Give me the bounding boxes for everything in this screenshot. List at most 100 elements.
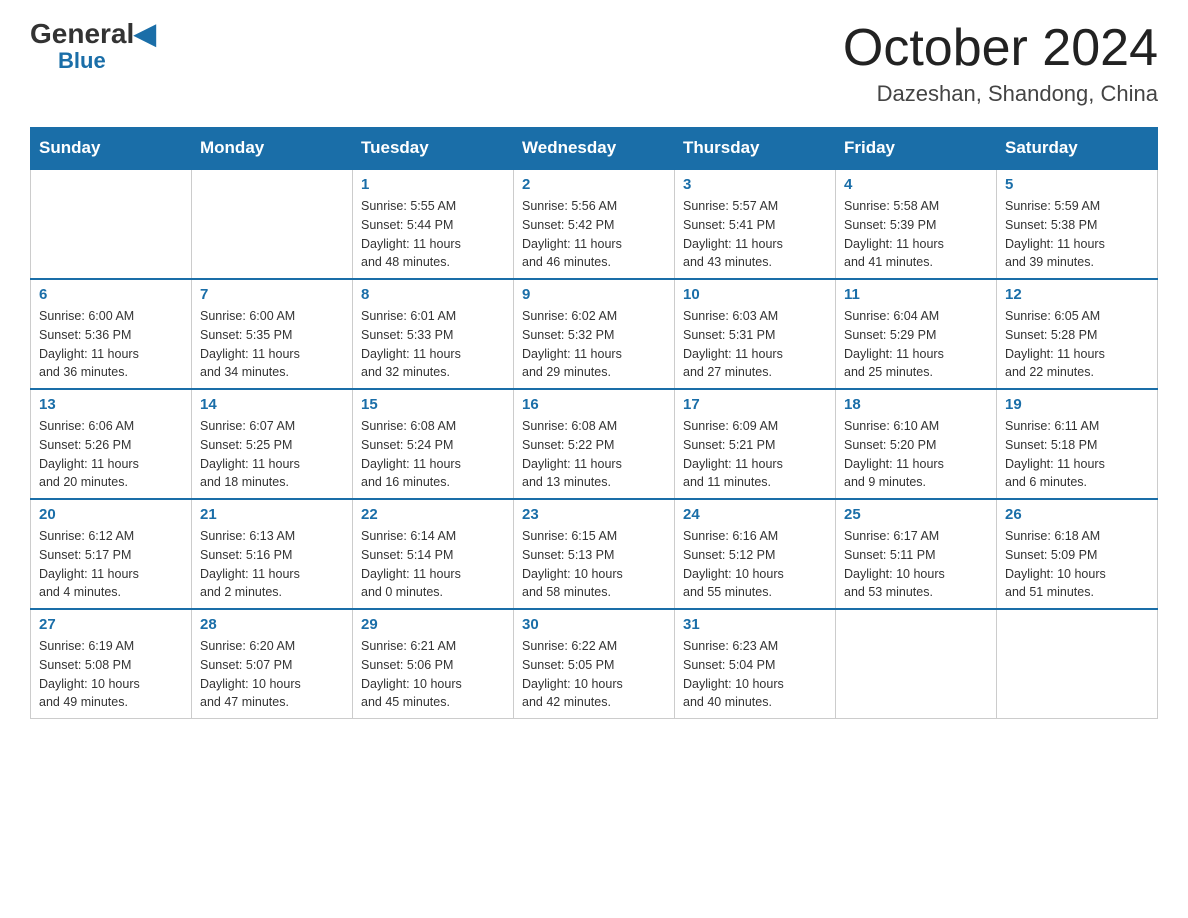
day-info: Sunrise: 6:17 AMSunset: 5:11 PMDaylight:… <box>844 527 988 602</box>
day-number: 2 <box>522 176 666 193</box>
logo: General◀ Blue <box>30 20 156 74</box>
day-info: Sunrise: 6:00 AMSunset: 5:36 PMDaylight:… <box>39 307 183 382</box>
calendar-table: SundayMondayTuesdayWednesdayThursdayFrid… <box>30 127 1158 719</box>
day-number: 3 <box>683 176 827 193</box>
logo-general-text: General◀ <box>30 20 156 48</box>
week-row-3: 13Sunrise: 6:06 AMSunset: 5:26 PMDayligh… <box>31 389 1158 499</box>
day-number: 30 <box>522 616 666 633</box>
day-cell: 27 Sunrise: 6:19 AMSunset: 5:08 PMDayligh… <box>31 609 192 719</box>
day-number: 6 <box>39 286 183 303</box>
day-number: 25 <box>844 506 988 523</box>
day-info: Sunrise: 6:09 AMSunset: 5:21 PMDaylight:… <box>683 417 827 492</box>
day-number: 4 <box>844 176 988 193</box>
day-cell: 18 Sunrise: 6:10 AMSunset: 5:20 PMDayligh… <box>836 389 997 499</box>
month-title: October 2024 <box>843 20 1158 77</box>
day-number: 22 <box>361 506 505 523</box>
logo-blue-text: Blue <box>58 48 106 74</box>
column-header-wednesday: Wednesday <box>514 128 675 170</box>
day-info: Sunrise: 6:03 AMSunset: 5:31 PMDaylight:… <box>683 307 827 382</box>
day-info: Sunrise: 5:56 AMSunset: 5:42 PMDaylight:… <box>522 197 666 272</box>
day-info: Sunrise: 5:55 AMSunset: 5:44 PMDaylight:… <box>361 197 505 272</box>
day-info: Sunrise: 5:59 AMSunset: 5:38 PMDaylight:… <box>1005 197 1149 272</box>
week-row-4: 20 Sunrise: 6:12 AMSunset: 5:17 PMDayligh… <box>31 499 1158 609</box>
page-header: General◀ Blue October 2024 Dazeshan, Sha… <box>30 20 1158 107</box>
day-number: 19 <box>1005 396 1149 413</box>
day-number: 21 <box>200 506 344 523</box>
day-cell: 24 Sunrise: 6:16 AMSunset: 5:12 PMDayligh… <box>675 499 836 609</box>
day-cell: 7Sunrise: 6:00 AMSunset: 5:35 PMDaylight… <box>192 279 353 389</box>
column-header-saturday: Saturday <box>997 128 1158 170</box>
day-number: 31 <box>683 616 827 633</box>
day-info: Sunrise: 6:18 AMSunset: 5:09 PMDaylight:… <box>1005 527 1149 602</box>
day-info: Sunrise: 6:16 AMSunset: 5:12 PMDaylight:… <box>683 527 827 602</box>
day-number: 18 <box>844 396 988 413</box>
day-cell: 11Sunrise: 6:04 AMSunset: 5:29 PMDayligh… <box>836 279 997 389</box>
day-number: 27 <box>39 616 183 633</box>
day-number: 10 <box>683 286 827 303</box>
day-info: Sunrise: 6:23 AMSunset: 5:04 PMDaylight:… <box>683 637 827 712</box>
day-cell: 30Sunrise: 6:22 AMSunset: 5:05 PMDayligh… <box>514 609 675 719</box>
day-number: 8 <box>361 286 505 303</box>
column-header-friday: Friday <box>836 128 997 170</box>
day-cell: 13Sunrise: 6:06 AMSunset: 5:26 PMDayligh… <box>31 389 192 499</box>
day-cell: 23Sunrise: 6:15 AMSunset: 5:13 PMDayligh… <box>514 499 675 609</box>
day-info: Sunrise: 6:02 AMSunset: 5:32 PMDaylight:… <box>522 307 666 382</box>
day-cell: 10 Sunrise: 6:03 AMSunset: 5:31 PMDayligh… <box>675 279 836 389</box>
day-info: Sunrise: 6:07 AMSunset: 5:25 PMDaylight:… <box>200 417 344 492</box>
day-number: 1 <box>361 176 505 193</box>
day-cell: 12 Sunrise: 6:05 AMSunset: 5:28 PMDayligh… <box>997 279 1158 389</box>
column-header-monday: Monday <box>192 128 353 170</box>
day-number: 11 <box>844 286 988 303</box>
day-info: Sunrise: 5:58 AMSunset: 5:39 PMDaylight:… <box>844 197 988 272</box>
day-number: 17 <box>683 396 827 413</box>
day-number: 5 <box>1005 176 1149 193</box>
day-cell: 4 Sunrise: 5:58 AMSunset: 5:39 PMDaylight… <box>836 169 997 279</box>
day-cell <box>836 609 997 719</box>
day-cell: 26 Sunrise: 6:18 AMSunset: 5:09 PMDayligh… <box>997 499 1158 609</box>
day-cell: 14 Sunrise: 6:07 AMSunset: 5:25 PMDayligh… <box>192 389 353 499</box>
day-cell: 31 Sunrise: 6:23 AMSunset: 5:04 PMDayligh… <box>675 609 836 719</box>
day-cell: 5 Sunrise: 5:59 AMSunset: 5:38 PMDaylight… <box>997 169 1158 279</box>
day-info: Sunrise: 6:12 AMSunset: 5:17 PMDaylight:… <box>39 527 183 602</box>
day-info: Sunrise: 6:10 AMSunset: 5:20 PMDaylight:… <box>844 417 988 492</box>
column-header-thursday: Thursday <box>675 128 836 170</box>
day-number: 14 <box>200 396 344 413</box>
day-cell: 9 Sunrise: 6:02 AMSunset: 5:32 PMDaylight… <box>514 279 675 389</box>
day-info: Sunrise: 6:14 AMSunset: 5:14 PMDaylight:… <box>361 527 505 602</box>
day-info: Sunrise: 6:11 AMSunset: 5:18 PMDaylight:… <box>1005 417 1149 492</box>
day-info: Sunrise: 6:00 AMSunset: 5:35 PMDaylight:… <box>200 307 344 382</box>
day-cell <box>31 169 192 279</box>
day-cell: 2 Sunrise: 5:56 AMSunset: 5:42 PMDaylight… <box>514 169 675 279</box>
day-cell: 19 Sunrise: 6:11 AMSunset: 5:18 PMDayligh… <box>997 389 1158 499</box>
day-cell: 21Sunrise: 6:13 AMSunset: 5:16 PMDayligh… <box>192 499 353 609</box>
day-number: 20 <box>39 506 183 523</box>
day-cell <box>192 169 353 279</box>
day-info: Sunrise: 6:06 AMSunset: 5:26 PMDaylight:… <box>39 417 183 492</box>
day-cell: 3 Sunrise: 5:57 AMSunset: 5:41 PMDaylight… <box>675 169 836 279</box>
day-number: 24 <box>683 506 827 523</box>
day-cell: 6 Sunrise: 6:00 AMSunset: 5:36 PMDaylight… <box>31 279 192 389</box>
day-info: Sunrise: 6:15 AMSunset: 5:13 PMDaylight:… <box>522 527 666 602</box>
day-cell: 16Sunrise: 6:08 AMSunset: 5:22 PMDayligh… <box>514 389 675 499</box>
logo-triangle-icon: ◀ <box>134 18 156 49</box>
day-cell: 22 Sunrise: 6:14 AMSunset: 5:14 PMDayligh… <box>353 499 514 609</box>
day-number: 28 <box>200 616 344 633</box>
week-row-1: 1 Sunrise: 5:55 AMSunset: 5:44 PMDaylight… <box>31 169 1158 279</box>
day-cell: 29Sunrise: 6:21 AMSunset: 5:06 PMDayligh… <box>353 609 514 719</box>
day-info: Sunrise: 6:19 AMSunset: 5:08 PMDaylight:… <box>39 637 183 712</box>
day-info: Sunrise: 6:08 AMSunset: 5:24 PMDaylight:… <box>361 417 505 492</box>
day-cell: 1 Sunrise: 5:55 AMSunset: 5:44 PMDaylight… <box>353 169 514 279</box>
day-number: 26 <box>1005 506 1149 523</box>
day-info: Sunrise: 6:20 AMSunset: 5:07 PMDaylight:… <box>200 637 344 712</box>
day-number: 16 <box>522 396 666 413</box>
day-cell: 28 Sunrise: 6:20 AMSunset: 5:07 PMDayligh… <box>192 609 353 719</box>
header-row: SundayMondayTuesdayWednesdayThursdayFrid… <box>31 128 1158 170</box>
day-cell: 20 Sunrise: 6:12 AMSunset: 5:17 PMDayligh… <box>31 499 192 609</box>
day-number: 9 <box>522 286 666 303</box>
day-number: 29 <box>361 616 505 633</box>
day-info: Sunrise: 5:57 AMSunset: 5:41 PMDaylight:… <box>683 197 827 272</box>
week-row-5: 27 Sunrise: 6:19 AMSunset: 5:08 PMDayligh… <box>31 609 1158 719</box>
day-number: 12 <box>1005 286 1149 303</box>
day-info: Sunrise: 6:05 AMSunset: 5:28 PMDaylight:… <box>1005 307 1149 382</box>
day-cell: 15Sunrise: 6:08 AMSunset: 5:24 PMDayligh… <box>353 389 514 499</box>
